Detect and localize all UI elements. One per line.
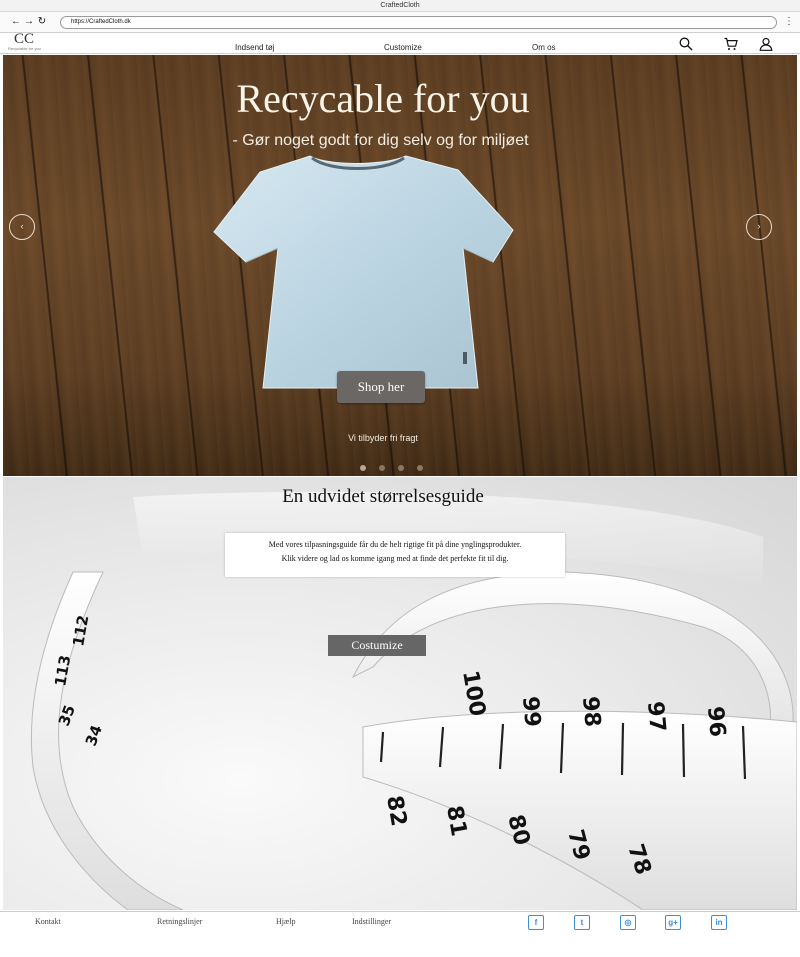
logo[interactable]: CC Recyclable for you — [5, 31, 55, 54]
carousel-next-button[interactable]: › — [746, 214, 772, 240]
size-guide-section: 82 81 80 79 78 100 99 98 97 96 112 113 3… — [3, 477, 797, 910]
carousel-prev-button[interactable]: ‹ — [9, 214, 35, 240]
customize-button[interactable]: Costumize — [328, 635, 426, 656]
site-footer: Kontakt Retningslinjer Hjælp Indstilling… — [0, 911, 800, 957]
google-plus-icon[interactable]: g+ — [665, 915, 681, 930]
shipping-note: Vi tilbyder fri fragt — [348, 433, 418, 443]
linkedin-icon[interactable]: in — [711, 915, 727, 930]
browser-menu-icon[interactable]: ⋮ — [784, 16, 794, 28]
forward-icon[interactable]: → — [23, 16, 35, 28]
svg-text:99: 99 — [517, 695, 545, 728]
footer-link-hjaelp[interactable]: Hjælp — [276, 917, 296, 926]
instagram-icon[interactable]: ◎ — [620, 915, 636, 930]
nav-indsend-toj[interactable]: Indsend tøj — [235, 43, 275, 52]
user-icon[interactable] — [759, 37, 773, 51]
hero-subtitle: - Gør noget godt for dig selv og for mil… — [232, 132, 529, 149]
guide-text-line: Med vores tilpasningsguide får du de hel… — [268, 540, 522, 549]
footer-link-kontakt[interactable]: Kontakt — [35, 917, 61, 926]
search-icon[interactable] — [679, 37, 693, 51]
guide-description-box: Med vores tilpasningsguide får du de hel… — [225, 533, 565, 577]
footer-link-indstillinger[interactable]: Indstillinger — [352, 917, 391, 926]
address-bar[interactable]: https://CraftedCloth.dk — [60, 16, 777, 29]
carousel-dot[interactable] — [417, 465, 423, 471]
hero-carousel: Recycable for you - Gør noget godt for d… — [3, 55, 797, 476]
nav-customize[interactable]: Customize — [384, 43, 422, 52]
carousel-dot[interactable] — [398, 465, 404, 471]
carousel-dots — [360, 458, 436, 471]
svg-text:97: 97 — [642, 700, 670, 733]
back-icon[interactable]: ← — [10, 16, 22, 28]
guide-text-line: Klik videre og lad os komme igang med at… — [281, 554, 509, 563]
cart-icon[interactable] — [724, 37, 738, 51]
facebook-icon[interactable]: f — [528, 915, 544, 930]
nav-om-os[interactable]: Om os — [532, 43, 556, 52]
svg-text:100: 100 — [457, 669, 490, 719]
guide-title: En udvidet størrelsesguide — [282, 486, 484, 507]
hero-title: Recycable for you — [236, 76, 530, 121]
shop-button[interactable]: Shop her — [337, 371, 425, 403]
carousel-dot[interactable] — [379, 465, 385, 471]
footer-link-retningslinjer[interactable]: Retningslinjer — [157, 917, 202, 926]
logo-tagline: Recyclable for you — [8, 46, 41, 51]
svg-text:82: 82 — [381, 794, 411, 829]
browser-toolbar: ← → ↻ https://CraftedCloth.dk ⋮ — [0, 12, 800, 33]
carousel-dot[interactable] — [360, 465, 366, 471]
svg-text:98: 98 — [577, 695, 605, 728]
tshirt-image — [213, 155, 514, 389]
reload-icon[interactable]: ↻ — [36, 16, 48, 28]
svg-text:81: 81 — [441, 804, 471, 839]
window-title: CraftedCloth — [0, 0, 800, 12]
site-header: CC Recyclable for you Indsend tøj Custom… — [0, 31, 800, 54]
svg-text:96: 96 — [702, 705, 730, 738]
twitter-icon[interactable]: t — [574, 915, 590, 930]
svg-text:34: 34 — [82, 723, 106, 749]
